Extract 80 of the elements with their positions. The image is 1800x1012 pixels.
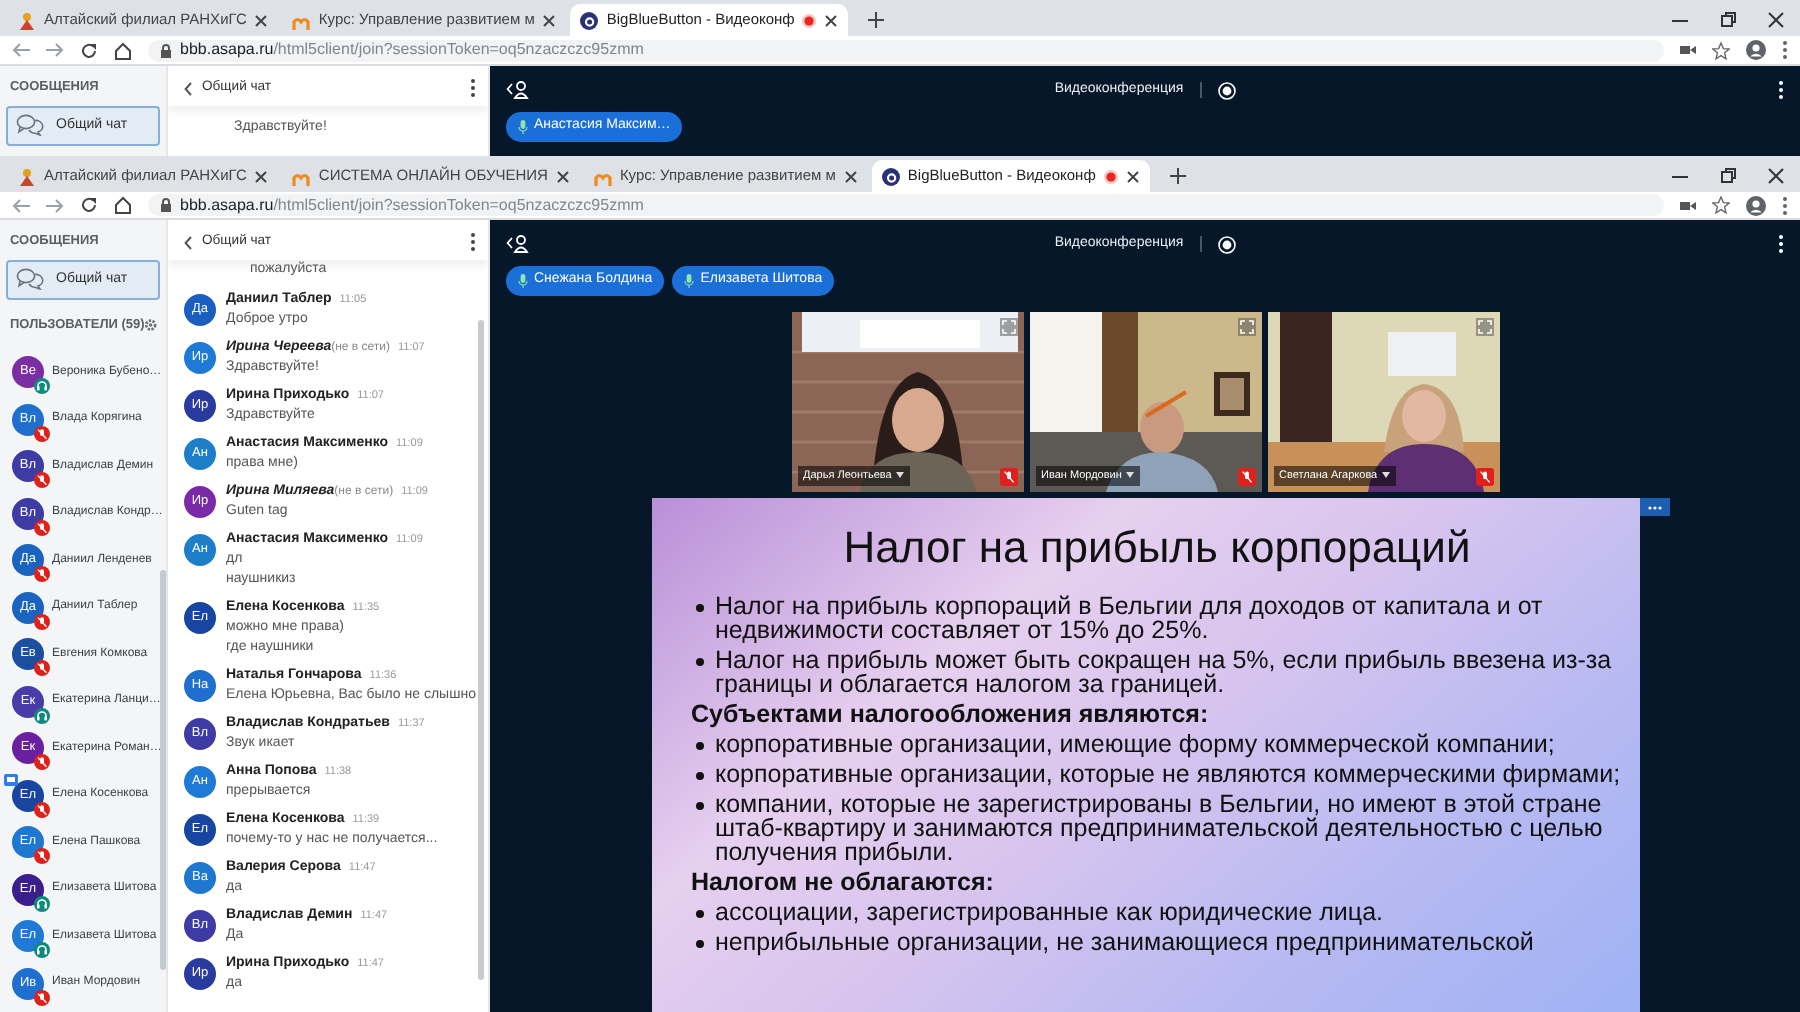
- camera-icon[interactable]: [1680, 44, 1696, 56]
- back-icon[interactable]: [12, 197, 30, 213]
- chevron-icon: [184, 235, 192, 250]
- forward-icon[interactable]: [46, 42, 64, 58]
- back-icon[interactable]: [12, 42, 30, 58]
- camera-icon[interactable]: [1680, 199, 1696, 211]
- close-icon[interactable]: [824, 13, 839, 27]
- home-icon[interactable]: [114, 196, 132, 214]
- close-icon[interactable]: [555, 169, 570, 183]
- recording-icon: [802, 13, 817, 27]
- microphone-icon: [518, 120, 528, 134]
- slide-heading: Налогом не облагаются:: [691, 870, 994, 894]
- close-icon[interactable]: [1125, 169, 1140, 183]
- menu-icon[interactable]: [1782, 195, 1788, 215]
- close-icon[interactable]: [542, 13, 557, 27]
- caret-icon: [1381, 472, 1390, 479]
- record-icon[interactable]: [1217, 235, 1236, 253]
- settings-icon[interactable]: [144, 316, 158, 335]
- forward-icon[interactable]: [46, 197, 64, 213]
- account-icon[interactable]: [1746, 40, 1766, 60]
- home-icon[interactable]: [114, 41, 132, 59]
- chat-bubbles-icon: [16, 114, 44, 137]
- close-icon[interactable]: [1768, 12, 1784, 28]
- slide-text: корпоративные организации, имеющие форму коммерческой компании;: [715, 732, 1555, 756]
- reload-icon[interactable]: [80, 41, 98, 59]
- logo-icon: [580, 11, 599, 29]
- close-icon[interactable]: [254, 13, 269, 27]
- caret-icon: [1125, 472, 1134, 479]
- logo-icon: [18, 167, 36, 185]
- logo-icon: [881, 167, 900, 185]
- menu-icon[interactable]: [1778, 80, 1784, 100]
- star-icon[interactable]: [1712, 41, 1730, 59]
- chat-bubbles-icon: [16, 268, 44, 291]
- fullscreen-icon[interactable]: [1475, 318, 1493, 336]
- restore-icon[interactable]: [1720, 168, 1736, 184]
- fullscreen-icon[interactable]: [1237, 318, 1255, 336]
- bullet-icon: [695, 910, 703, 918]
- microphone-icon: [684, 274, 695, 288]
- slide-text: Налог на прибыль может быть сокращен на 5%, если прибыль ввезена из-за границы и облагается налогом за границей.: [715, 648, 1614, 696]
- bullet-icon: [695, 772, 703, 780]
- close-icon[interactable]: [254, 169, 269, 183]
- scrollbar[interactable]: [478, 320, 484, 980]
- slide-text: неприбыльные организации, не занимающиеся предпринимательской: [715, 930, 1534, 954]
- close-icon[interactable]: [1768, 168, 1784, 184]
- slide-text: ассоциации, зарегистрированные как юридические лица.: [715, 900, 1383, 924]
- menu-icon[interactable]: [470, 232, 476, 253]
- restore-icon[interactable]: [1720, 12, 1736, 28]
- bullet-icon: [695, 604, 703, 612]
- slide-text: компании, которые не зарегистрированы в Бельгии, но имеют в этой стране штаб-квартиру и занимаются предпринимательской деятельностью с целью получения прибыли.: [715, 792, 1605, 864]
- address-field[interactable]: bbb.asapa.ru/html5client/join?sessionToken=oq5nzaczczc95zmm: [148, 39, 1664, 61]
- microphone-icon: [518, 274, 528, 288]
- slide-text: Налог на прибыль корпораций в Бельгии для доходов от капитала и от недвижимости составляет от 15% до 25%.: [715, 594, 1545, 642]
- record-icon[interactable]: [1217, 81, 1236, 99]
- user-list-toggle-icon[interactable]: [506, 233, 530, 254]
- star-icon[interactable]: [1712, 196, 1730, 214]
- bullet-icon: [695, 940, 703, 948]
- bullet-icon: [695, 658, 703, 666]
- scrollbar[interactable]: [160, 570, 166, 970]
- new-tab-icon[interactable]: [1169, 168, 1186, 184]
- reload-icon[interactable]: [80, 196, 98, 214]
- new-tab-icon[interactable]: [868, 12, 885, 28]
- bullet-icon: [695, 742, 703, 750]
- chevron-icon: [184, 81, 192, 96]
- caret-icon: [895, 472, 904, 479]
- account-icon[interactable]: [1746, 195, 1766, 215]
- slide-heading: Субъектами налогообложения являются:: [691, 702, 1209, 726]
- lock-icon: [160, 43, 172, 57]
- slide-title: Налог на прибыль корпораций: [841, 522, 1473, 574]
- bullet-icon: [695, 802, 703, 810]
- slide-options-button[interactable]: [1639, 498, 1669, 516]
- logo-icon: [18, 11, 36, 29]
- menu-icon[interactable]: [470, 78, 476, 99]
- slide-text: корпоративные организации, которые не являются коммерческими фирмами;: [715, 762, 1621, 786]
- menu-icon[interactable]: [1782, 40, 1788, 60]
- user-list-toggle-icon[interactable]: [506, 79, 530, 100]
- close-icon[interactable]: [843, 169, 858, 183]
- recording-icon: [1103, 169, 1118, 183]
- address-field[interactable]: bbb.asapa.ru/html5client/join?sessionToken=oq5nzaczczc95zmm: [148, 194, 1664, 216]
- lock-icon: [160, 198, 172, 212]
- menu-icon[interactable]: [1778, 234, 1784, 254]
